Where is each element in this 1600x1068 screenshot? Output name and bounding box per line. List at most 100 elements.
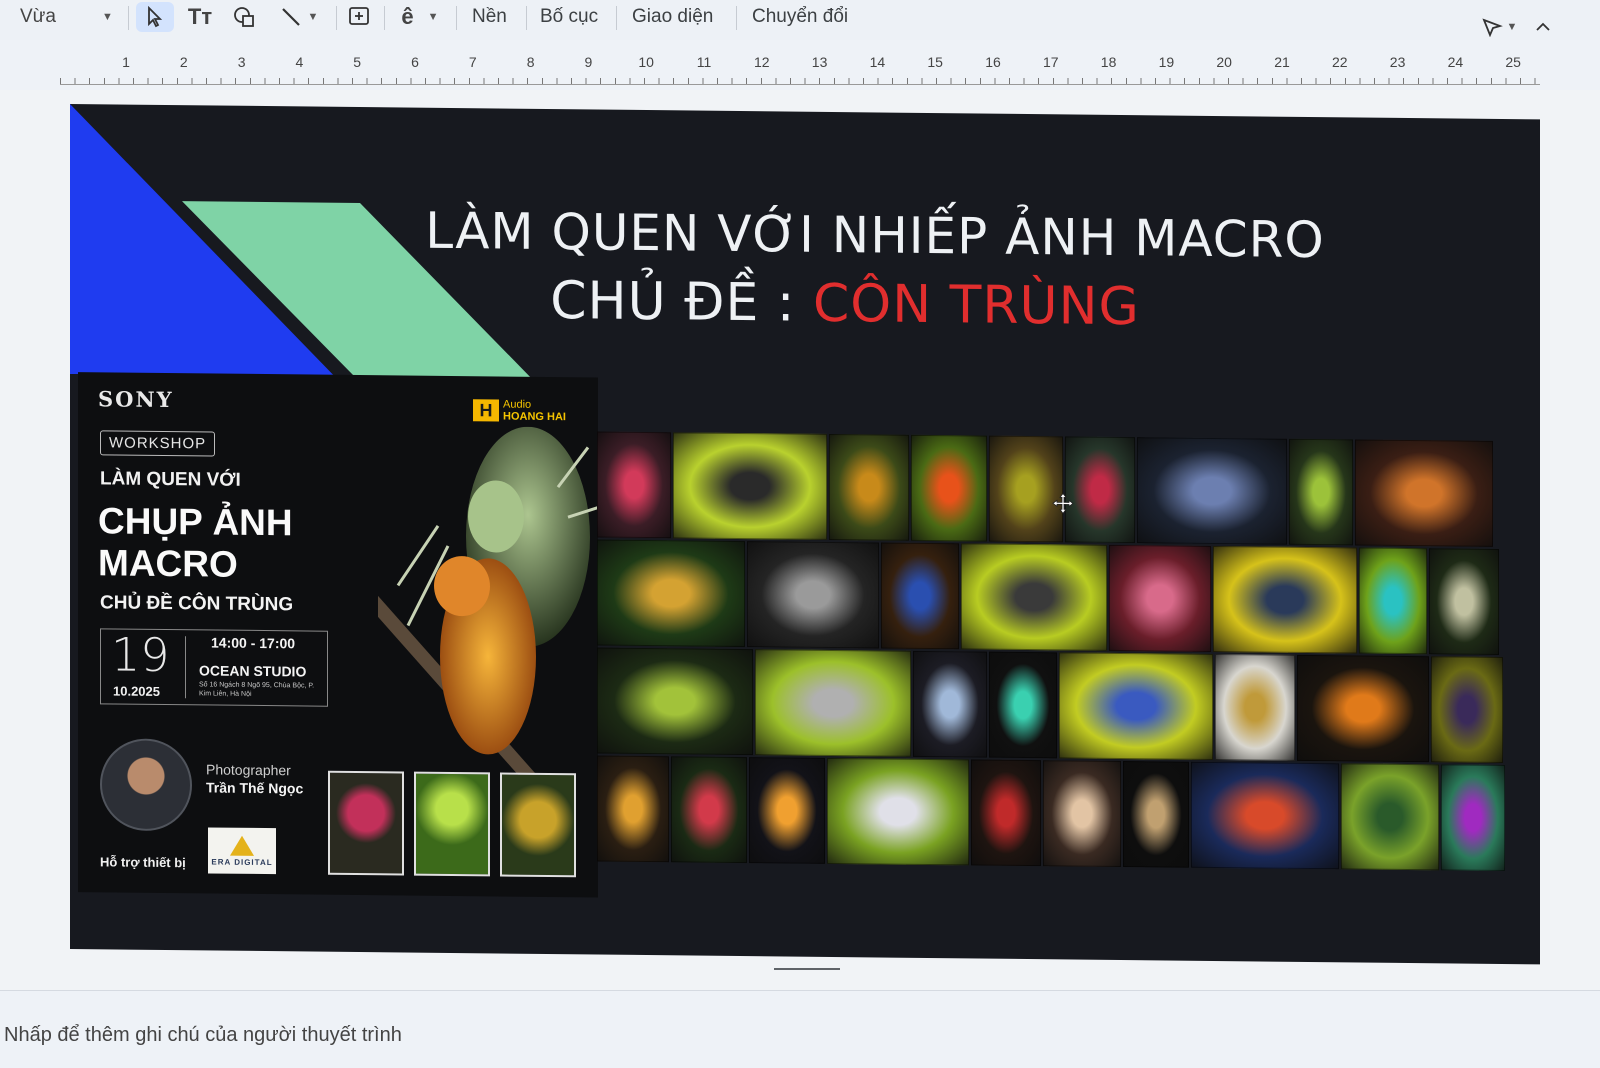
insect-photo [829,433,909,541]
insect-photo [1213,545,1357,654]
shapes-icon [234,7,254,27]
add-comment-icon [349,7,369,25]
chevron-down-icon: ▼ [101,11,113,23]
input-tools-button[interactable]: ê ▼ [392,2,448,32]
add-comment-button[interactable] [342,2,376,32]
toolbar-divider [128,6,129,30]
insect-photo [827,757,969,866]
ruler-number: 25 [1505,54,1521,70]
insect-photo [597,755,669,863]
ruler-number: 3 [237,54,246,70]
photographer-avatar [100,738,192,832]
insect-photo [1123,761,1189,868]
subtitle-prefix: CHỦ ĐỀ : [550,271,813,334]
insect-photo [1215,653,1295,761]
ruler-number: 13 [811,54,828,70]
ruler-number: 19 [1158,54,1175,70]
pointer-icon [1481,18,1503,37]
ruler-number: 10 [638,54,654,70]
chevron-down-icon: ▼ [427,11,439,23]
insect-photo [673,432,827,540]
background-button[interactable]: Nền [472,6,507,28]
insect-photo [749,757,825,864]
poster-heading: CHỤP ẢNH MACRO [98,500,293,585]
insect-photo [971,759,1041,867]
chevron-down-icon: ▼ [1506,21,1518,33]
insect-photo [671,756,747,864]
insect-photo [1355,439,1493,547]
text-box-button[interactable]: Tт [182,2,218,32]
notes-resize-handle[interactable] [774,968,840,970]
ruler-number: 9 [584,54,593,70]
ruler-number: 18 [1100,54,1117,70]
insect-photo [989,435,1063,543]
insect-photo [1065,436,1135,544]
zoom-select[interactable]: Vừa ▼ [0,2,118,32]
hoang-hai-logo: H Audio HOANG HAI [473,398,566,423]
sponsor-name: HOANG HAI [503,410,566,424]
hoang-hai-h-icon: H [473,399,499,422]
line-tool-button[interactable]: ▼ [272,2,326,32]
theme-button[interactable]: Giao diện [632,6,713,28]
insect-photo [1043,760,1121,868]
ruler-number: 11 [696,54,712,70]
ruler-number: 12 [754,54,770,70]
poster-thumb [500,772,576,878]
line-icon [281,8,300,26]
ruler-number: 1 [122,54,130,70]
photographer-role: Photographer [206,761,291,779]
insect-photo [989,651,1057,759]
move-cursor-icon [1052,492,1074,515]
insect-photo [597,431,671,539]
insect-photo [881,542,959,650]
insect-photo [1191,761,1339,870]
event-month: 10.2025 [113,683,160,699]
insect-photo [1059,652,1213,760]
era-digital-logo: ERA DIGITAL [208,827,276,875]
ruler-number: 22 [1332,54,1348,70]
workshop-poster[interactable]: SONY H Audio HOANG HAI WORKSHOP LÀM QUEN… [78,372,599,898]
insect-photo [1109,544,1211,652]
layout-button[interactable]: Bố cục [540,6,598,28]
insect-photo [747,541,879,649]
event-date-box: 19 10.2025 14:00 - 17:00 OCEAN STUDIO Số… [100,627,328,707]
transition-button[interactable]: Chuyển đổi [752,6,848,28]
cursor-arrow-icon [148,6,163,28]
collapse-toolbar-button[interactable] [1530,12,1556,42]
insect-photo [1429,548,1499,655]
event-address: Số 16 Ngách 8 Ngõ 95, Chùa Bộc, P. Kim L… [199,681,315,698]
workshop-badge: WORKSHOP [100,430,216,457]
pointer-mode-button[interactable]: ▼ [1474,12,1524,42]
toolbar-divider [336,6,337,30]
insect-photo [1289,438,1353,546]
poster-line1: LÀM QUEN VỚI [100,468,241,491]
ruler-number: 23 [1389,54,1406,70]
ruler-number: 8 [526,54,535,70]
insect-photo [1441,764,1505,872]
ruler-ticks [60,72,1540,84]
ruler-number: 4 [295,54,304,70]
select-tool-button[interactable] [136,2,174,32]
insect-photo [1297,654,1429,763]
ruler-number: 16 [985,54,1001,70]
insect-photo [597,647,753,756]
subtitle-highlight: CÔN TRÙNG [812,273,1140,338]
ruler-number: 21 [1274,54,1290,70]
sony-logo: SONY [98,386,174,413]
ruler-number: 6 [411,54,419,70]
poster-topic: CHỦ ĐỀ CÔN TRÙNG [100,592,294,616]
shape-button[interactable] [226,2,262,32]
chevron-down-icon: ▼ [307,11,319,23]
speaker-notes-placeholder[interactable]: Nhấp để thêm ghi chú của người thuyết tr… [4,1024,402,1047]
ruler-number: 7 [468,54,477,70]
insect-photo [961,543,1107,651]
ruler-number: 20 [1216,54,1232,70]
ruler-number: 15 [927,54,943,70]
slide[interactable]: LÀM QUEN VỚI NHIẾP ẢNH MACRO CHỦ ĐỀ : CÔ… [70,104,1540,965]
text-tool-icon: Tт [187,4,213,29]
toolbar-divider [456,6,457,30]
insect-photo [1137,437,1287,545]
insect-photo [913,650,987,758]
horizontal-ruler: 1 2 3 4 5 6 7 8 9 10 11 12 13 14 15 16 17 18 19 20 21 22 23 24 2… [60,54,1540,86]
insect-photo [911,434,987,542]
